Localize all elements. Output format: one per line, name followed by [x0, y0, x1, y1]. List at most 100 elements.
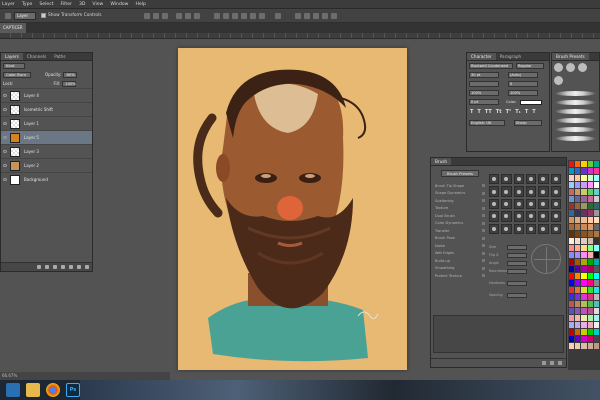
lock-icon[interactable] — [482, 229, 485, 233]
3d-mode-icon[interactable] — [295, 12, 302, 19]
brush-tip-cell[interactable] — [525, 211, 537, 222]
color-swatch[interactable] — [569, 336, 575, 342]
color-swatch[interactable] — [575, 217, 581, 223]
type-style-button[interactable]: T¹ — [506, 109, 512, 115]
color-swatch[interactable] — [587, 231, 593, 237]
color-swatch[interactable] — [587, 238, 593, 244]
type-style-button[interactable]: T — [477, 109, 480, 115]
brush-preset-stroke[interactable] — [555, 118, 596, 123]
brush-option-item[interactable]: Dual Brush — [435, 212, 485, 220]
color-swatch[interactable] — [587, 301, 593, 307]
color-swatch[interactable] — [569, 210, 575, 216]
brush-angle-target-icon[interactable] — [531, 244, 561, 274]
layer-row[interactable]: Layer 4 — [1, 88, 92, 102]
brush-tip-cell[interactable] — [489, 198, 500, 210]
color-swatch[interactable] — [581, 252, 587, 258]
color-swatch[interactable] — [587, 203, 593, 209]
color-swatch[interactable] — [587, 217, 593, 223]
color-swatch[interactable] — [581, 287, 587, 293]
color-swatch[interactable] — [575, 287, 581, 293]
brush-preset-stroke[interactable] — [555, 91, 596, 96]
lock-icon[interactable] — [482, 274, 485, 278]
layer-row[interactable]: Background — [1, 172, 92, 186]
color-swatch[interactable] — [569, 217, 575, 223]
layer-name[interactable]: Layer 4 — [24, 93, 39, 98]
brush-option-item[interactable]: Brush Tip Shape — [435, 182, 485, 190]
kerning-field[interactable] — [469, 81, 499, 87]
color-swatch[interactable] — [569, 182, 575, 188]
tab-character[interactable]: Character — [467, 53, 496, 60]
color-swatch[interactable] — [593, 252, 599, 258]
color-swatch[interactable] — [587, 161, 593, 167]
color-swatch[interactable] — [587, 329, 593, 335]
color-swatch[interactable] — [593, 287, 599, 293]
color-swatch[interactable] — [593, 294, 599, 300]
color-swatch[interactable] — [581, 175, 587, 181]
color-swatch[interactable] — [581, 217, 587, 223]
menu-item-type[interactable]: Type — [22, 2, 33, 7]
color-swatch[interactable] — [593, 238, 599, 244]
menu-item-filter[interactable]: Filter — [61, 2, 72, 7]
color-swatch[interactable] — [587, 182, 593, 188]
roundness-slider[interactable]: Roundness — [489, 268, 531, 274]
align-bottom-icon[interactable] — [162, 12, 169, 19]
color-swatch[interactable] — [581, 168, 587, 174]
color-swatch[interactable] — [569, 259, 575, 265]
font-size-field[interactable]: 30 pt — [469, 72, 499, 78]
layer-name[interactable]: Isometric Shift — [24, 107, 53, 112]
color-swatch[interactable] — [569, 168, 575, 174]
type-style-button[interactable]: T₁ — [515, 109, 521, 115]
align-middle-icon[interactable] — [153, 12, 160, 19]
color-swatch[interactable] — [593, 196, 599, 202]
color-swatch[interactable] — [587, 280, 593, 286]
color-swatch[interactable] — [575, 336, 581, 342]
brush-tip-cell[interactable] — [501, 223, 512, 234]
layer-row[interactable]: Layer 1 — [1, 116, 92, 130]
color-swatch[interactable] — [587, 336, 593, 342]
distribute-center-icon[interactable] — [250, 12, 257, 19]
color-swatch[interactable] — [587, 189, 593, 195]
color-swatch[interactable] — [569, 224, 575, 230]
color-swatch[interactable] — [575, 301, 581, 307]
color-swatch[interactable] — [575, 280, 581, 286]
color-swatch[interactable] — [581, 336, 587, 342]
color-swatch[interactable] — [569, 329, 575, 335]
document-canvas[interactable] — [178, 48, 407, 370]
brush-tip-cell[interactable] — [525, 198, 537, 210]
brush-option-item[interactable]: Build-up — [435, 257, 485, 265]
color-swatch[interactable] — [587, 322, 593, 328]
menu-item-select[interactable]: Select — [39, 2, 53, 7]
menu-item-window[interactable]: Window — [110, 2, 128, 7]
brush-tip-cell[interactable] — [550, 198, 561, 210]
brush-preset-tip[interactable] — [578, 63, 587, 72]
layer-name[interactable]: Layer 1 — [24, 121, 39, 126]
brush-tip-cell[interactable] — [550, 211, 561, 222]
antialias-select[interactable]: Sharp — [514, 120, 542, 126]
color-swatch[interactable] — [593, 315, 599, 321]
align-top-icon[interactable] — [144, 12, 151, 19]
vertical-scale-field[interactable]: 100% — [469, 90, 499, 96]
document-tab[interactable]: CAPTICER — [0, 23, 26, 33]
color-swatch[interactable] — [581, 161, 587, 167]
color-swatch[interactable] — [575, 252, 581, 258]
color-swatch[interactable] — [593, 259, 599, 265]
color-swatch[interactable] — [569, 315, 575, 321]
menu-item-view[interactable]: View — [92, 2, 103, 7]
brush-option-item[interactable]: Smoothing — [435, 265, 485, 273]
color-swatch[interactable] — [593, 168, 599, 174]
brush-option-item[interactable]: Protect Texture — [435, 272, 485, 280]
brush-tip-cell[interactable] — [525, 174, 537, 185]
layer-row[interactable]: Layer 3 — [1, 144, 92, 158]
baseline-shift-field[interactable]: 0 pt — [469, 99, 499, 105]
color-swatch[interactable] — [581, 301, 587, 307]
color-swatch[interactable] — [581, 189, 587, 195]
start-button-icon[interactable] — [6, 383, 20, 397]
tool-preset-select[interactable]: Layer — [14, 11, 36, 20]
tab-paths[interactable]: Paths — [50, 53, 69, 60]
color-swatch[interactable] — [569, 322, 575, 328]
color-swatch[interactable] — [575, 210, 581, 216]
tab-brush-presets[interactable]: Brush Presets — [552, 53, 589, 60]
zoom-level[interactable]: 66.67% — [2, 373, 17, 378]
visibility-eye-icon[interactable] — [3, 178, 7, 181]
color-swatch[interactable] — [581, 273, 587, 279]
